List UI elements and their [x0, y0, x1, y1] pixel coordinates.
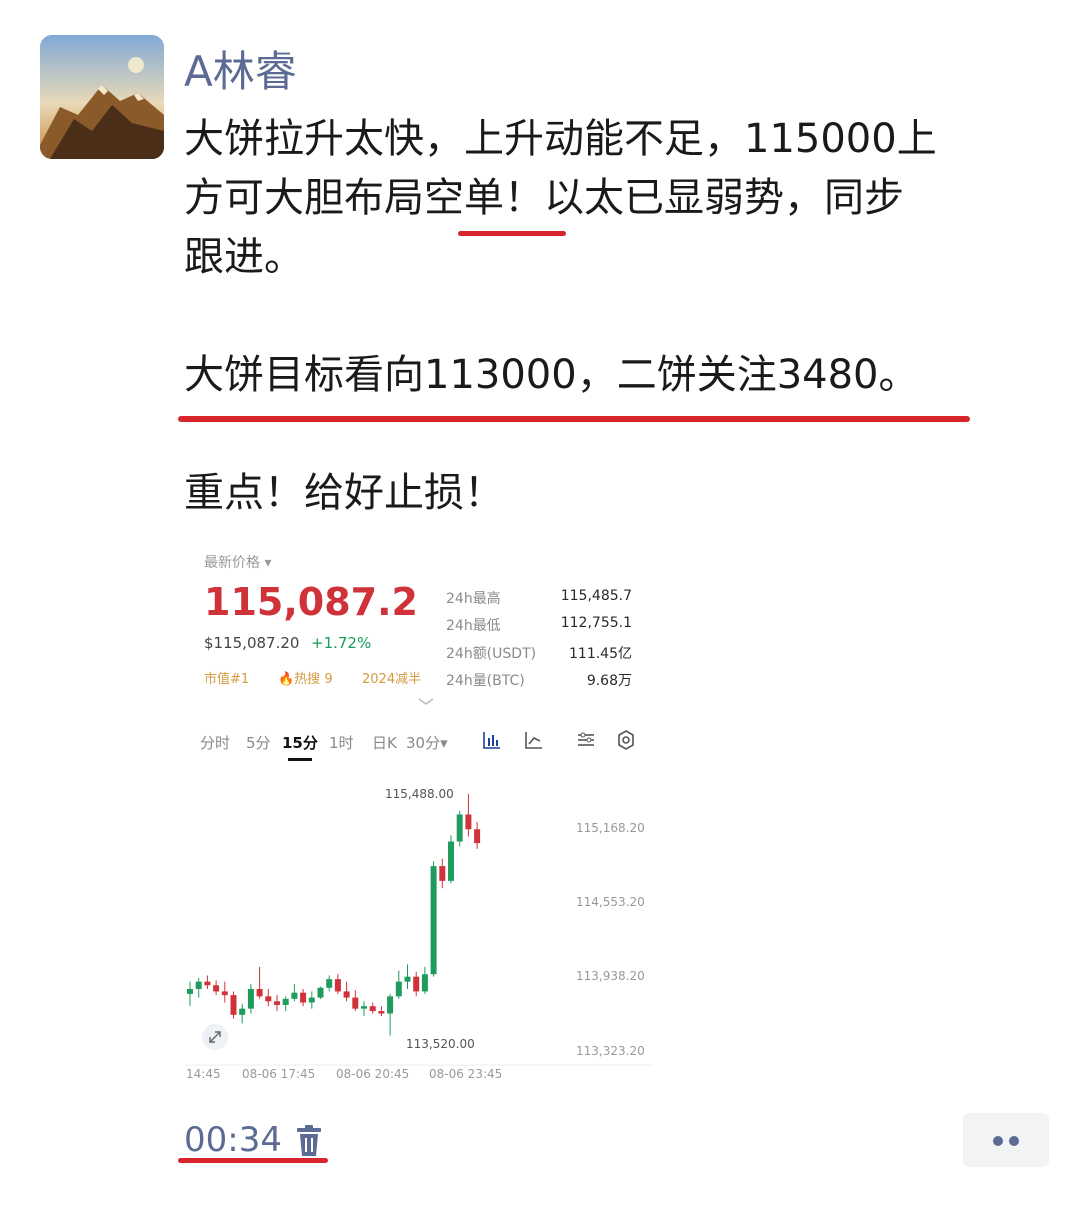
more-dot-icon [1009, 1136, 1019, 1146]
candle-15 [317, 986, 324, 999]
x-tick-2: 08-06 17:45 [242, 1067, 316, 1081]
message-line-2: 方可大胆布局空单！以太已显弱势，同步 [184, 175, 904, 221]
candle-3 [213, 980, 220, 996]
y-tick-2: 114,553.20 [576, 895, 645, 909]
candle-30 [448, 835, 454, 884]
draw-line-icon[interactable] [524, 730, 544, 750]
expand-chevron-icon[interactable] [416, 692, 436, 705]
candle-24 [395, 970, 402, 999]
tag-market-cap: 市值#1 [204, 672, 250, 687]
stat-label-high: 24h最高 [446, 591, 501, 607]
candle-26 [413, 971, 420, 997]
tab-timeshare[interactable]: 分时 [200, 732, 230, 753]
candle-19 [352, 990, 359, 1012]
candle-11 [282, 996, 289, 1012]
x-tick-3: 08-06 20:45 [336, 1067, 410, 1081]
stat-value-low: 112,755.1 [560, 615, 632, 631]
latest-price-label: 最新价格 ▾ [204, 555, 272, 571]
message-line-4: 大饼目标看向113000，二饼关注3480。 [184, 352, 919, 398]
chart-screenshot[interactable]: 最新价格 ▾ 115,087.2 $115,087.20 +1.72% 市值#1… [184, 540, 654, 1090]
candle-21 [369, 1002, 376, 1014]
candle-4 [221, 981, 228, 1003]
candle-12 [291, 984, 298, 1002]
tab-1hour[interactable]: 1时 [329, 732, 354, 753]
stat-value-high: 115,485.7 [560, 588, 632, 604]
candle-14 [308, 991, 315, 1009]
price-change: +1.72% [311, 634, 372, 652]
candle-6 [239, 1003, 246, 1024]
x-tick-4: 08-06 23:45 [429, 1067, 503, 1081]
tab-daily[interactable]: 日K [372, 732, 397, 753]
mountain-avatar-image [40, 35, 164, 159]
low-annotation: 113,520.00 [406, 1037, 475, 1051]
tab-30min-dropdown[interactable]: 30分▾ [406, 732, 448, 753]
stat-value-volume: 9.68万 [586, 673, 632, 689]
candle-23 [387, 993, 394, 1036]
post-time: 00:34 [184, 1120, 282, 1160]
candle-29 [439, 858, 446, 889]
candle-31 [456, 810, 463, 847]
stat-value-turnover: 111.45亿 [569, 646, 632, 662]
candle-0 [187, 981, 193, 1007]
candle-1 [195, 977, 202, 998]
candle-10 [274, 995, 280, 1012]
candle-22 [378, 1006, 385, 1017]
message-line-1: 大饼拉升太快，上升动能不足，115000上 [184, 116, 937, 162]
underline-target [178, 416, 970, 422]
author-name[interactable]: A林睿 [184, 38, 297, 99]
y-tick-1: 115,168.20 [576, 821, 645, 835]
message-line-3: 跟进。 [184, 234, 304, 280]
stat-label-low: 24h最低 [446, 618, 501, 634]
candle-13 [300, 988, 307, 1007]
underline-short-order [458, 231, 566, 236]
current-price: 115,087.2 [204, 580, 418, 624]
tab-15min[interactable]: 15分 [282, 732, 318, 753]
avatar[interactable] [40, 35, 164, 159]
candle-33 [474, 821, 481, 849]
candle-17 [334, 974, 341, 994]
candle-9 [265, 988, 272, 1007]
settings-sliders-icon[interactable] [576, 730, 596, 750]
candle-2 [204, 975, 211, 989]
high-annotation: 115,488.00 [385, 787, 454, 801]
candle-5 [230, 991, 237, 1019]
candle-20 [361, 1001, 367, 1017]
candle-32 [465, 793, 472, 837]
candle-8 [256, 966, 263, 999]
y-tick-3: 113,938.20 [576, 969, 645, 983]
candle-28 [430, 861, 437, 977]
candle-25 [404, 964, 411, 989]
fullscreen-expand-icon[interactable] [202, 1024, 228, 1050]
more-options-button[interactable] [963, 1113, 1049, 1167]
x-tick-1: 14:45 [186, 1067, 221, 1081]
y-tick-4: 113,323.20 [576, 1044, 645, 1058]
delete-trash-icon[interactable] [294, 1124, 324, 1158]
candle-16 [326, 975, 333, 992]
usd-price: $115,087.20 [204, 634, 300, 652]
candle-27 [421, 966, 428, 994]
more-dot-icon [993, 1136, 1003, 1146]
gear-icon[interactable] [616, 730, 636, 750]
underline-time [178, 1158, 328, 1163]
tag-hot-search: 🔥热搜 9 [278, 672, 333, 687]
tab-5min[interactable]: 5分 [246, 732, 271, 753]
indicator-bars-icon[interactable] [482, 730, 502, 750]
active-tab-indicator [288, 758, 312, 761]
candle-18 [343, 981, 350, 1002]
candle-7 [247, 984, 254, 1014]
message-line-5: 重点！给好止损！ [184, 470, 504, 516]
tag-halving: 2024减半 [362, 672, 422, 687]
